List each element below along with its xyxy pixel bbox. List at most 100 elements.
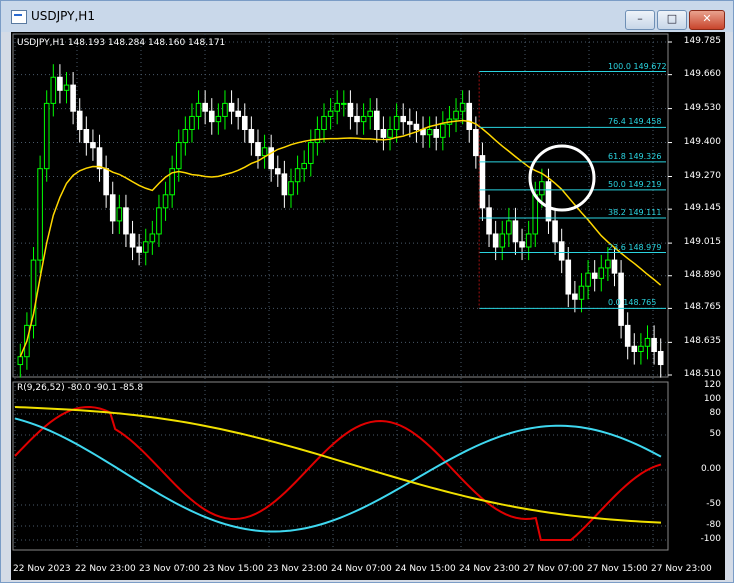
price-tick-label: 149.015 [683,237,721,248]
time-tick-label: 23 Nov 07:00 [139,564,200,574]
candle-body [208,110,215,123]
candle-body [129,233,136,248]
candle-body [473,128,479,157]
candle-body [235,110,241,117]
candle-body [506,220,512,235]
candle-body [116,207,123,222]
candle-body [228,102,235,112]
candle-body [327,110,334,117]
candle-body [37,168,43,261]
candle-body [341,102,347,105]
indicator-tick-label: -50 [706,499,721,509]
price-tick-label: 148.765 [683,302,721,313]
candle-body [578,285,585,300]
time-tick-label: 24 Nov 07:00 [331,564,392,574]
candle-body [314,128,321,144]
candle-body [347,102,354,117]
candle-body [360,115,367,123]
chart-area[interactable]: USDJPY,H1 148.193 148.284 148.160 148.17… [11,32,725,580]
candle-body [591,272,598,279]
candle-body [109,194,116,222]
price-tick-label: 149.530 [683,102,721,113]
candle-body [189,115,195,130]
candle-body [63,84,70,91]
candle-body [76,110,83,130]
candle-body [499,233,506,248]
indicator-panel-frame [12,381,669,551]
candle-body [459,102,466,112]
candle-body [43,102,50,170]
candle-body [479,155,486,209]
close-button[interactable]: ✕ [689,10,725,30]
candle-body [624,324,631,347]
candle-body [70,84,76,112]
price-tick-label: 149.145 [683,203,721,214]
chart-window-icon [11,10,27,24]
candle-body [426,128,433,136]
candle-body [57,76,63,91]
candle-body [466,102,473,130]
candle-body [539,181,545,196]
fibonacci-level-label: 23.6 148.979 [608,242,662,252]
price-tick-label: 148.635 [683,336,721,347]
title-bar[interactable]: USDJPY,H1 – □ ✕ [1,1,733,32]
candle-body [222,102,228,117]
candle-body [281,173,288,196]
candle-body [123,207,129,235]
maximize-icon: □ [666,12,678,25]
app-window: USDJPY,H1 – □ ✕ USDJPY,H1 148.193 148.28… [0,0,734,583]
candle-body [96,147,103,170]
candle-body [605,259,611,269]
candle-body [103,168,109,196]
candle-body [393,115,400,130]
minimize-icon: – [637,12,643,25]
price-tick-label: 148.510 [683,369,721,379]
candle-body [413,123,420,130]
price-tick-label: 148.890 [683,269,721,280]
candle-body [50,76,57,104]
fibonacci-level-label: 100.0 149.672 [608,61,667,71]
price-tick-label: 149.785 [683,36,721,46]
candle-body [268,147,274,170]
close-icon: ✕ [702,12,712,25]
candle-body [585,272,591,287]
candle-body [387,128,393,138]
symbol-header: USDJPY,H1 148.193 148.284 148.160 148.17… [17,38,226,48]
candle-body [215,115,222,123]
candle-body [195,102,202,117]
fibonacci-level-label: 61.8 149.326 [608,151,662,161]
candle-body [519,241,525,248]
candle-body [142,241,149,253]
candle-body [492,233,499,248]
candle-body [598,267,605,279]
candle-body [17,356,24,366]
candle-body [644,337,651,347]
fibonacci-level-label: 38.2 149.111 [608,208,662,218]
candle-body [374,110,380,130]
candle-body [512,220,519,243]
candle-body [440,123,446,138]
red-oscillator-line [14,406,662,541]
candle-body [261,147,268,157]
candle-body [611,259,618,274]
candle-body [321,115,327,130]
fibonacci-level-label: 76.4 149.458 [608,117,662,127]
time-tick-label: 22 Nov 23:00 [75,564,136,574]
candle-body [288,181,294,196]
candle-body [433,128,440,138]
candle-body [638,345,644,352]
candle-body [175,142,182,170]
price-tick-label: 149.400 [683,136,721,147]
candle-body [149,233,156,243]
candle-body [380,128,387,138]
highlight-circle [528,144,596,212]
candle-body [255,142,261,157]
minimize-button[interactable]: – [625,10,655,30]
candle-body [407,121,413,125]
candle-body [241,115,248,130]
candle-body [657,350,664,366]
time-tick-label: 27 Nov 07:00 [523,564,584,574]
indicator-tick-label: 0.00 [700,464,721,474]
maximize-button[interactable]: □ [657,10,687,30]
indicator-tick-label: 50 [709,429,721,439]
